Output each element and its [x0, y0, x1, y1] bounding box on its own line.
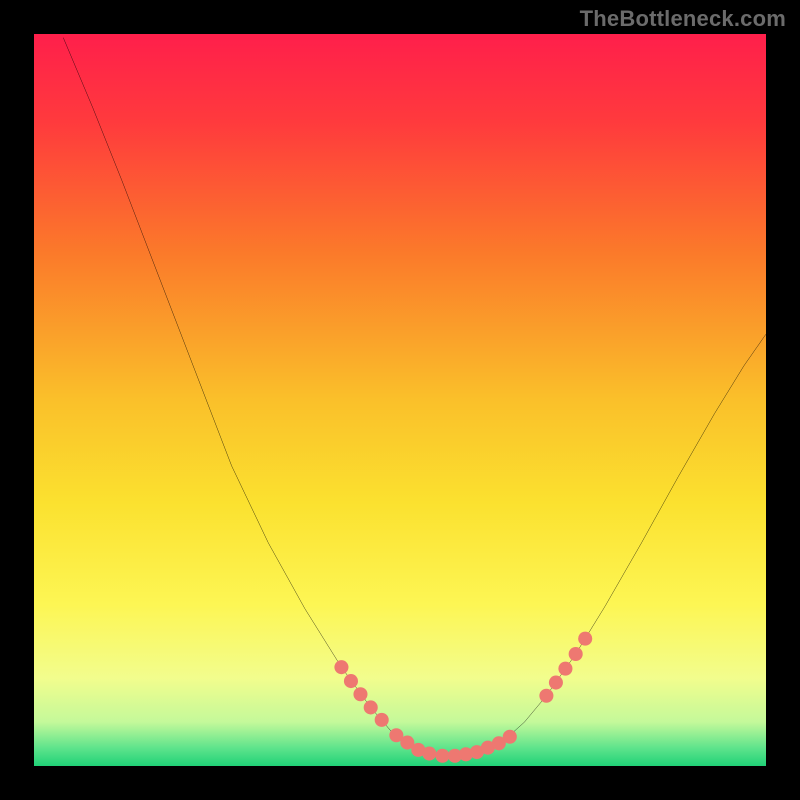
- data-marker: [569, 647, 583, 661]
- data-marker: [558, 662, 572, 676]
- data-marker: [375, 713, 389, 727]
- data-marker: [364, 700, 378, 714]
- chart-frame: TheBottleneck.com: [0, 0, 800, 800]
- gradient-background: [34, 34, 766, 766]
- data-marker: [344, 674, 358, 688]
- data-marker: [503, 730, 517, 744]
- data-marker: [422, 747, 436, 761]
- watermark-text: TheBottleneck.com: [580, 6, 786, 32]
- data-marker: [539, 689, 553, 703]
- chart-plot: [34, 34, 766, 766]
- data-marker: [549, 676, 563, 690]
- data-marker: [578, 632, 592, 646]
- data-marker: [334, 660, 348, 674]
- data-marker: [435, 749, 449, 763]
- data-marker: [353, 687, 367, 701]
